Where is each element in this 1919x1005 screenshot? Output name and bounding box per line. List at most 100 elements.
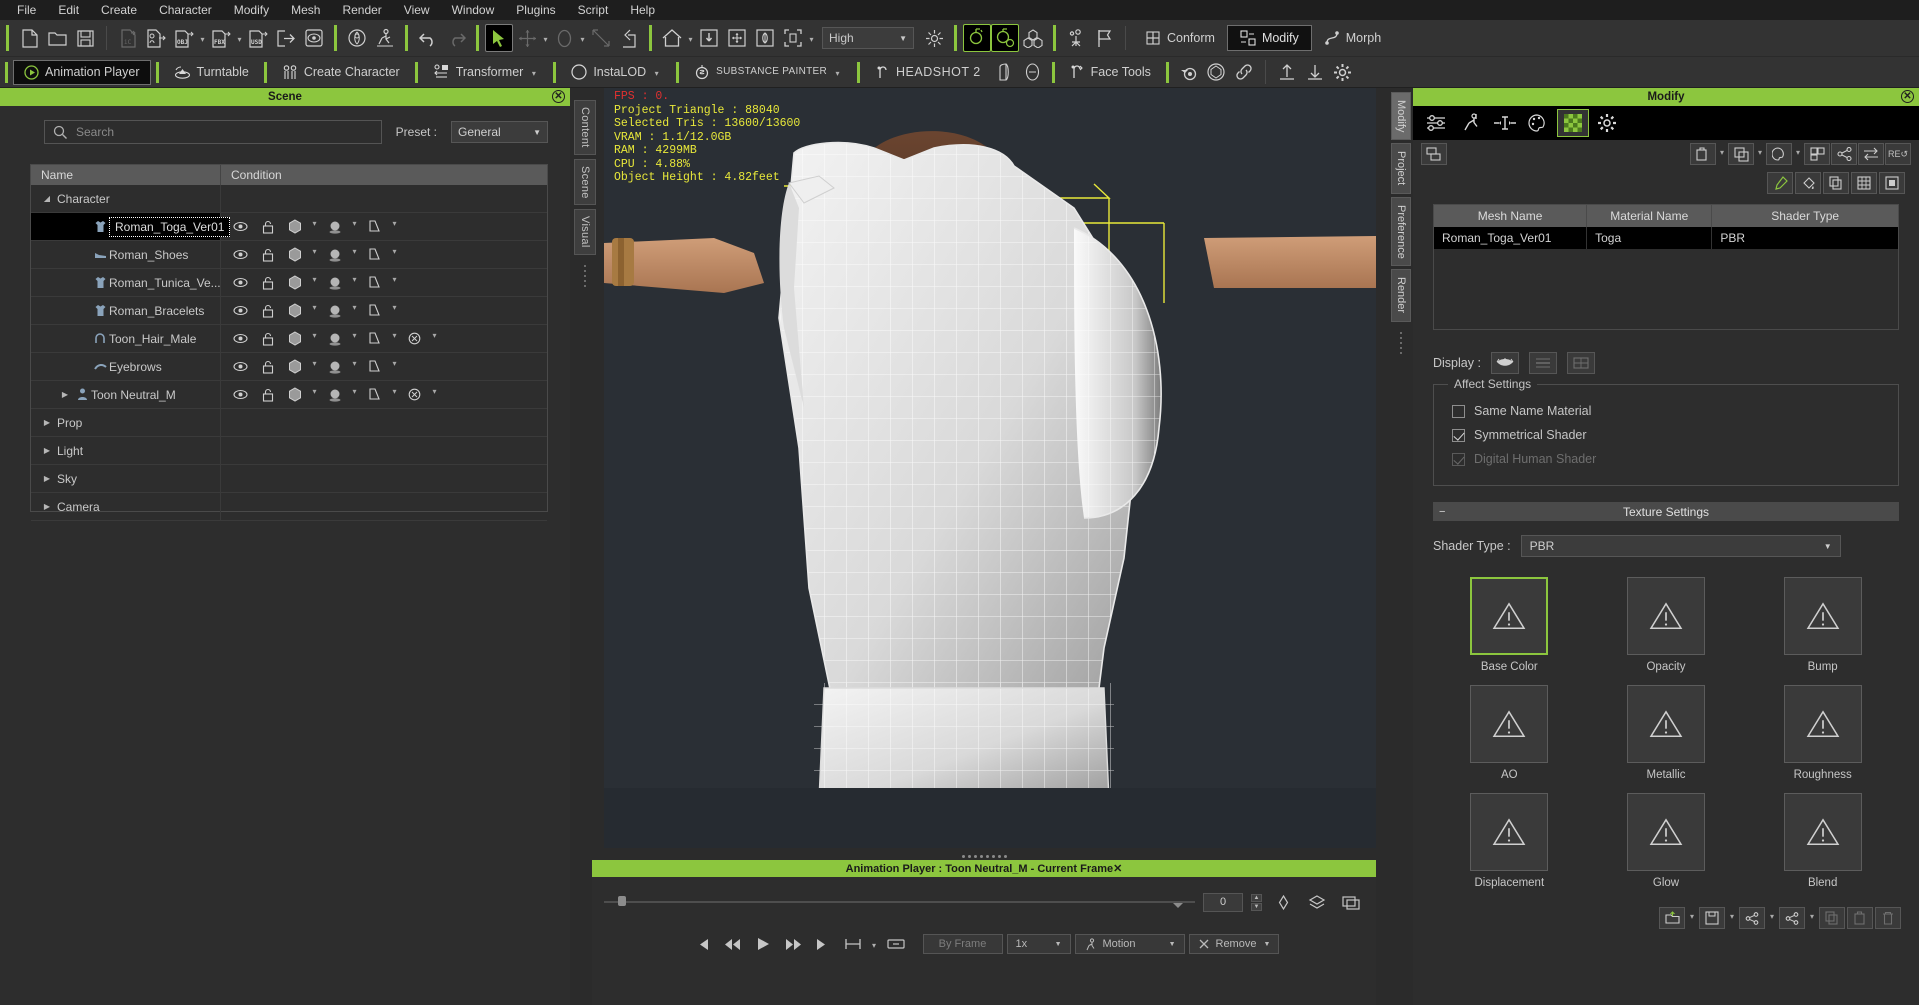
texture-thumbnail[interactable] (1626, 577, 1705, 655)
tree-node-name-cell[interactable]: ▶ Camera (31, 493, 221, 520)
texture-thumbnail[interactable] (1470, 685, 1549, 763)
range-caret-icon[interactable]: ▾ (870, 934, 879, 954)
substance-painter-caret-icon[interactable]: ▾ (833, 62, 842, 82)
new-file-icon[interactable] (15, 24, 43, 52)
shader-type-select[interactable]: PBR ▼ (1520, 535, 1841, 557)
close-icon[interactable]: ✕ (1901, 90, 1914, 103)
import-ic-icon[interactable]: iC (114, 24, 142, 52)
lock-icon[interactable] (254, 304, 281, 318)
step-back-icon[interactable] (720, 933, 746, 955)
save-texture-icon[interactable] (1699, 907, 1725, 929)
uv-caret-icon[interactable]: ▾ (388, 331, 401, 346)
panel-resize-grip[interactable] (1399, 331, 1403, 358)
mesh-caret-icon[interactable]: ▾ (308, 387, 321, 402)
dock-tab-modify[interactable]: Modify (1391, 92, 1411, 141)
tree-node-name-cell[interactable]: ▶ Toon Neutral_M (31, 381, 221, 408)
search-box[interactable] (44, 120, 382, 144)
dock-tab-visual[interactable]: Visual (574, 209, 596, 255)
material-caret-icon[interactable]: ▾ (348, 303, 361, 318)
headshot-head-icon[interactable] (1019, 58, 1047, 86)
plugin-tab-substance-painter[interactable]: SUBSTANCE PAINTER ▾ (684, 60, 852, 85)
texture-thumbnail[interactable] (1626, 685, 1705, 763)
mesh-icon[interactable] (281, 303, 308, 318)
material-sphere-icon[interactable] (321, 276, 348, 290)
undo-icon[interactable] (414, 24, 442, 52)
disable-caret-icon[interactable]: ▾ (428, 331, 441, 346)
upload-icon[interactable] (1273, 58, 1301, 86)
texture-thumbnail[interactable] (1783, 577, 1862, 655)
paint-bucket-icon[interactable] (1795, 172, 1821, 194)
panel-resize-grip[interactable] (583, 264, 587, 291)
collapse-icon[interactable]: − (1439, 506, 1445, 518)
texture-slot[interactable]: Blend (1773, 793, 1873, 889)
align-icon[interactable] (615, 24, 643, 52)
wire-display-icon[interactable] (1566, 352, 1595, 374)
move-tool-icon[interactable] (513, 24, 541, 52)
timeline-thumb[interactable] (618, 896, 626, 906)
redo-icon[interactable] (442, 24, 470, 52)
table-row[interactable]: ▶ Prop (31, 409, 547, 437)
download-icon[interactable] (1301, 58, 1329, 86)
loop-icon[interactable] (883, 933, 909, 955)
same-name-material-checkbox[interactable] (1452, 404, 1465, 418)
lock-icon[interactable] (254, 360, 281, 374)
disable-caret-icon[interactable]: ▾ (428, 387, 441, 402)
tree-node-name-cell[interactable]: Roman_Bracelets (31, 297, 221, 324)
material-caret-icon[interactable]: ▾ (348, 387, 361, 402)
table-row[interactable]: ▶ Light (31, 437, 547, 465)
menu-item-window[interactable]: Window (441, 0, 506, 20)
import-character-icon[interactable] (142, 24, 170, 52)
material-sphere-icon[interactable] (321, 304, 348, 318)
plugin-tab-headshot[interactable]: HEADSHOT 2 (865, 60, 991, 85)
fit-view-icon[interactable] (695, 24, 723, 52)
settings-gear-icon[interactable] (1591, 109, 1623, 137)
paste-caret-icon[interactable]: ▾ (1717, 148, 1727, 161)
layers2-icon[interactable] (1804, 143, 1830, 165)
viewport-3d[interactable]: FPS : 0. Project Triangle : 88040 Select… (604, 88, 1376, 848)
mesh-icon[interactable] (281, 247, 308, 262)
uv-icon[interactable] (361, 276, 388, 289)
palette-icon[interactable] (1523, 109, 1555, 137)
blender-icon[interactable] (1174, 58, 1202, 86)
close-icon[interactable]: ✕ (552, 90, 565, 103)
lock-icon[interactable] (254, 388, 281, 402)
table-row[interactable]: Roman_Bracelets ▾ ▾ ▾ (31, 297, 547, 325)
chevron-right-icon[interactable]: ▶ (57, 390, 73, 399)
tree-node-name-cell[interactable]: ▶ Light (31, 437, 221, 464)
chevron-right-icon[interactable]: ▶ (39, 446, 55, 455)
checkbox-row-same-name-material[interactable]: Same Name Material (1434, 399, 1898, 423)
dock-tab-scene[interactable]: Scene (574, 158, 596, 206)
chevron-right-icon[interactable]: ▶ (39, 502, 55, 511)
copy-panel-icon[interactable] (1421, 143, 1447, 165)
preview-icon[interactable] (300, 24, 328, 52)
dock-tab-render[interactable]: Render (1391, 269, 1411, 322)
3d-scan-icon[interactable] (343, 24, 371, 52)
share-texture-caret-icon[interactable]: ▾ (1767, 912, 1777, 925)
uv-caret-icon[interactable]: ▾ (388, 275, 401, 290)
visibility-icon[interactable] (227, 333, 254, 344)
menu-item-file[interactable]: File (6, 0, 47, 20)
menu-item-plugins[interactable]: Plugins (505, 0, 566, 20)
texture-slot[interactable]: Glow (1616, 793, 1716, 889)
disable-icon[interactable] (401, 388, 428, 401)
lock-icon[interactable] (254, 332, 281, 346)
reset-icon[interactable]: RE↺ (1885, 143, 1911, 165)
share-texture-icon[interactable] (1739, 907, 1765, 929)
plugin-tab-animation-player[interactable]: Animation Player (13, 59, 151, 85)
dock-tab-content[interactable]: Content (574, 100, 596, 155)
plugin-tab-instalod[interactable]: InstaLOD ▾ (561, 60, 671, 85)
lock-icon[interactable] (254, 220, 281, 234)
texture-settings-section-header[interactable]: − Texture Settings (1433, 502, 1899, 521)
chevron-right-icon[interactable]: ▶ (39, 474, 55, 483)
modify-button[interactable]: Modify (1226, 25, 1312, 51)
play-icon[interactable] (750, 933, 776, 955)
table-row[interactable]: Toon_Hair_Male ▾ ▾ ▾ ▾ (31, 325, 547, 353)
layers-icon[interactable] (1304, 891, 1330, 913)
remove-button[interactable]: Remove ▼ (1188, 934, 1279, 954)
mesh-caret-icon[interactable]: ▾ (308, 247, 321, 262)
import-usd-icon[interactable]: USD (244, 24, 272, 52)
load-texture-caret-icon[interactable]: ▾ (1687, 912, 1697, 925)
select-tool-icon[interactable] (485, 24, 513, 52)
home-view-caret-icon[interactable]: ▾ (686, 28, 695, 48)
visibility-icon[interactable] (227, 361, 254, 372)
